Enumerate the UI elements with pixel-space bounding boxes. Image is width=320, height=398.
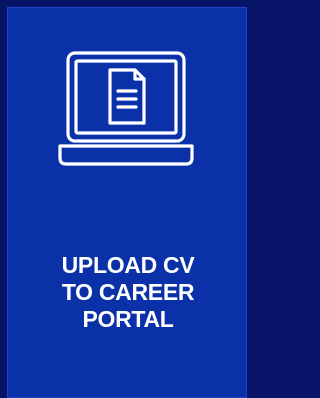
card-title: UPLOAD CV TO CAREER PORTAL — [8, 252, 248, 333]
card-title-line-2: TO CAREER — [61, 279, 195, 305]
card-title-line-1: UPLOAD CV — [61, 252, 195, 278]
laptop-document-icon — [58, 51, 194, 166]
card-title-line-3: PORTAL — [82, 306, 174, 332]
upload-cv-card[interactable]: UPLOAD CV TO CAREER PORTAL — [7, 7, 247, 398]
